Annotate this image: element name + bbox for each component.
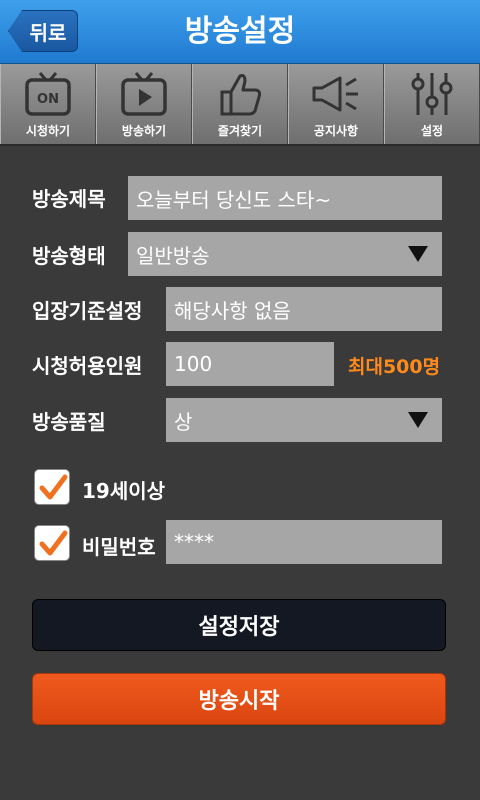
save-settings-button[interactable]: 설정저장: [32, 599, 446, 651]
tab-label: 공지사항: [313, 124, 359, 138]
viewer-limit-label: 시청허용인원: [32, 354, 143, 378]
password-label: 비밀번호: [82, 535, 156, 559]
tv-play-icon: [121, 72, 167, 116]
back-button[interactable]: 뒤로: [8, 10, 78, 52]
start-broadcast-button[interactable]: 방송시작: [32, 673, 446, 725]
adult-label: 19세이상: [82, 479, 166, 503]
svg-text:ON: ON: [37, 92, 59, 107]
checkmark-icon: [39, 530, 68, 556]
tab-label: 즐겨찾기: [217, 124, 263, 138]
broadcast-title-label: 방송제목: [32, 187, 106, 211]
broadcast-type-select[interactable]: 일반방송: [128, 232, 442, 276]
tab-broadcast[interactable]: 방송하기: [96, 64, 192, 144]
tab-notice[interactable]: 공지사항: [288, 64, 384, 144]
quality-label: 방송품질: [32, 410, 106, 434]
entry-criteria-input[interactable]: 해당사항 없음: [166, 287, 442, 331]
tab-watch[interactable]: ON 시청하기: [0, 64, 96, 144]
tab-label: 설정: [420, 124, 444, 138]
broadcast-title-input[interactable]: 오늘부터 당신도 스타~: [128, 176, 442, 220]
quality-value: 상: [174, 409, 193, 434]
adult-checkbox[interactable]: [34, 469, 70, 505]
thumbs-up-icon: [220, 74, 262, 116]
viewer-limit-input[interactable]: 100: [166, 342, 334, 386]
tv-on-icon: ON: [25, 72, 71, 116]
tab-label: 방송하기: [121, 124, 167, 138]
tab-favorites[interactable]: 즐겨찾기: [192, 64, 288, 144]
dropdown-arrow-icon: [408, 412, 428, 428]
megaphone-icon: [312, 76, 358, 112]
sliders-icon: [411, 73, 453, 115]
broadcast-type-label: 방송형태: [32, 244, 106, 268]
header-bar: 뒤로 방송설정: [0, 0, 480, 64]
password-checkbox[interactable]: [34, 525, 70, 561]
password-input[interactable]: ****: [166, 520, 442, 564]
tab-settings[interactable]: 설정: [384, 64, 480, 144]
viewer-max-hint: 최대500명: [348, 356, 441, 378]
dropdown-arrow-icon: [408, 246, 428, 262]
tab-label: 시청하기: [25, 124, 71, 138]
broadcast-type-value: 일반방송: [136, 243, 210, 268]
entry-criteria-label: 입장기준설정: [32, 299, 143, 323]
tab-bar: ON 시청하기 방송하기 즐겨찾기 공지사항 설정: [0, 64, 480, 146]
quality-select[interactable]: 상: [166, 398, 442, 442]
checkmark-icon: [39, 474, 68, 500]
